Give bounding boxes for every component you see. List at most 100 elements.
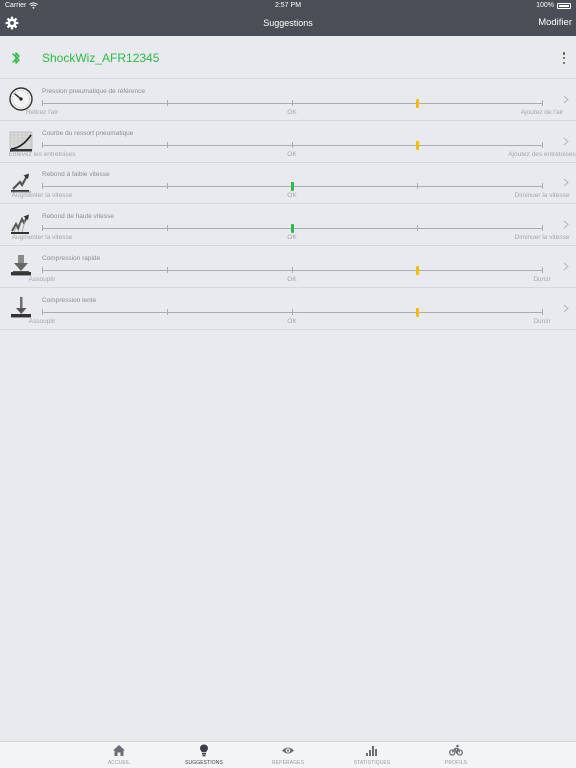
slider-tick bbox=[417, 183, 418, 190]
suggestion-scale bbox=[42, 140, 543, 150]
scale-mid-label: OK bbox=[287, 109, 297, 116]
slider-tick bbox=[542, 225, 543, 232]
battery-icon bbox=[557, 2, 571, 9]
tab-label: STATISTIQUES bbox=[353, 760, 391, 766]
tab-label: PROFILS bbox=[444, 760, 468, 766]
suggestion-marker bbox=[291, 182, 294, 192]
modify-button[interactable]: Modifier bbox=[538, 17, 572, 28]
tab-accueil[interactable]: ACCUEIL bbox=[84, 744, 154, 766]
slider-tick bbox=[167, 308, 168, 315]
status-right: 100% bbox=[536, 2, 571, 9]
scale-right-label: Ajoutez des entretoises bbox=[508, 150, 576, 158]
suggestion-scale bbox=[42, 224, 543, 234]
suggestion-row[interactable]: Courbe du ressort pneumatique Enlevez les… bbox=[0, 121, 576, 163]
home-icon bbox=[113, 745, 125, 756]
bike-icon bbox=[449, 744, 463, 756]
scale-left-label: Enlevez les entretoises bbox=[8, 150, 76, 158]
scale-left-label: Retirez l'air bbox=[25, 109, 59, 116]
slider-tick bbox=[42, 183, 43, 190]
tab-bar: ACCUEIL SUGGESTIONS REPÈRAGES STATISTIQU… bbox=[0, 741, 576, 768]
bluetooth-icon bbox=[12, 52, 20, 64]
chevron-right-icon bbox=[563, 137, 569, 146]
suggestion-scale bbox=[42, 182, 543, 192]
bar-chart-icon bbox=[366, 746, 377, 756]
slider-tick bbox=[292, 266, 293, 273]
chevron-right-icon bbox=[563, 179, 569, 187]
scale-right-label: Durcir bbox=[533, 275, 551, 283]
scale-mid-label: OK bbox=[287, 234, 297, 242]
suggestion-marker bbox=[416, 140, 419, 150]
scale-left-label: Assouplir bbox=[28, 317, 56, 325]
slider-tick bbox=[292, 141, 293, 148]
scale-right-label: Ajoutez de l'air bbox=[520, 109, 564, 116]
battery-percent: 100% bbox=[536, 2, 554, 9]
scale-mid-label: OK bbox=[287, 317, 297, 325]
slider-tick bbox=[42, 100, 43, 106]
slider-tick bbox=[542, 266, 543, 273]
scale-left-label: Assouplir bbox=[28, 275, 56, 283]
suggestion-row[interactable]: Rebond de haute vitesse Augmenter la vite… bbox=[0, 204, 576, 247]
suggestion-marker bbox=[416, 265, 419, 275]
slider-tick bbox=[542, 183, 543, 190]
suggestion-row[interactable]: Rebond à faible vitesse Augmenter la vite… bbox=[0, 162, 576, 205]
suggestion-scale bbox=[42, 265, 543, 275]
suggestion-title: Rebond de haute vitesse bbox=[42, 213, 114, 221]
suggestion-row[interactable]: Compression rapide Assouplir OK Durcir bbox=[0, 246, 576, 288]
suggestion-marker bbox=[416, 307, 419, 317]
slider-tick bbox=[292, 308, 293, 315]
tab-label: SUGGESTIONS bbox=[185, 760, 223, 766]
scale-left-label: Augmenter la vitesse bbox=[11, 234, 73, 242]
suggestion-marker bbox=[291, 224, 294, 234]
slider-tick bbox=[167, 100, 168, 106]
tab-profils[interactable]: PROFILS bbox=[421, 744, 491, 766]
status-bar: Carrier 2:57 PM 100% bbox=[0, 0, 576, 12]
tab-reperages[interactable]: REPÈRAGES bbox=[253, 744, 323, 766]
suggestion-title: Compression rapide bbox=[42, 254, 101, 262]
status-time: 2:57 PM bbox=[274, 2, 302, 9]
scale-left-label: Augmenter la vitesse bbox=[11, 192, 73, 200]
suggestion-title: Compression lente bbox=[42, 296, 97, 304]
scale-mid-label: OK bbox=[287, 275, 297, 283]
scale-right-label: Diminuer la vitesse bbox=[514, 192, 570, 200]
suggestion-scale bbox=[42, 307, 543, 317]
suggestion-row[interactable]: Compression lente Assouplir OK Durcir bbox=[0, 288, 576, 330]
suggestion-title: Rebond à faible vitesse bbox=[42, 171, 110, 179]
slider-tick bbox=[42, 308, 43, 315]
chevron-right-icon bbox=[563, 304, 569, 312]
scale-mid-label: OK bbox=[287, 150, 297, 158]
suggestion-title: Courbe du ressort pneumatique bbox=[42, 129, 134, 137]
tab-label: ACCUEIL bbox=[107, 760, 131, 766]
slider-tick bbox=[542, 141, 543, 148]
suggestion-title: Pression pneumatique de référence bbox=[42, 88, 145, 95]
chevron-right-icon bbox=[563, 220, 569, 229]
device-row[interactable]: ShockWiz_AFR12345 bbox=[0, 36, 576, 79]
slider-tick bbox=[292, 100, 293, 106]
scale-right-label: Diminuer la vitesse bbox=[514, 234, 570, 242]
tab-label: REPÈRAGES bbox=[271, 760, 305, 766]
lightbulb-icon bbox=[200, 744, 208, 757]
slider-tick bbox=[42, 266, 43, 273]
navigation-bar: Suggestions Modifier bbox=[0, 12, 576, 36]
slider-tick bbox=[167, 183, 168, 190]
suggestion-scale bbox=[42, 99, 543, 108]
slider-tick bbox=[167, 141, 168, 148]
chevron-right-icon bbox=[563, 262, 569, 271]
more-options-icon[interactable] bbox=[562, 52, 566, 64]
slider-tick bbox=[42, 225, 43, 232]
device-name: ShockWiz_AFR12345 bbox=[42, 51, 160, 65]
slider-tick bbox=[42, 141, 43, 148]
slider-tick bbox=[542, 308, 543, 315]
slider-tick bbox=[542, 100, 543, 106]
slider-tick bbox=[167, 225, 168, 232]
tab-statistiques[interactable]: STATISTIQUES bbox=[337, 744, 407, 766]
slider-tick bbox=[417, 225, 418, 232]
suggestion-marker bbox=[416, 99, 419, 108]
slider-tick bbox=[167, 266, 168, 273]
suggestion-row[interactable]: Pression pneumatique de référence Retirez… bbox=[0, 79, 576, 121]
tab-suggestions[interactable]: SUGGESTIONS bbox=[169, 744, 239, 766]
page-title: Suggestions bbox=[263, 18, 313, 28]
chevron-right-icon bbox=[563, 95, 569, 104]
scale-right-label: Durcir bbox=[533, 317, 551, 325]
eye-icon bbox=[282, 747, 294, 754]
scale-mid-label: OK bbox=[287, 192, 297, 200]
